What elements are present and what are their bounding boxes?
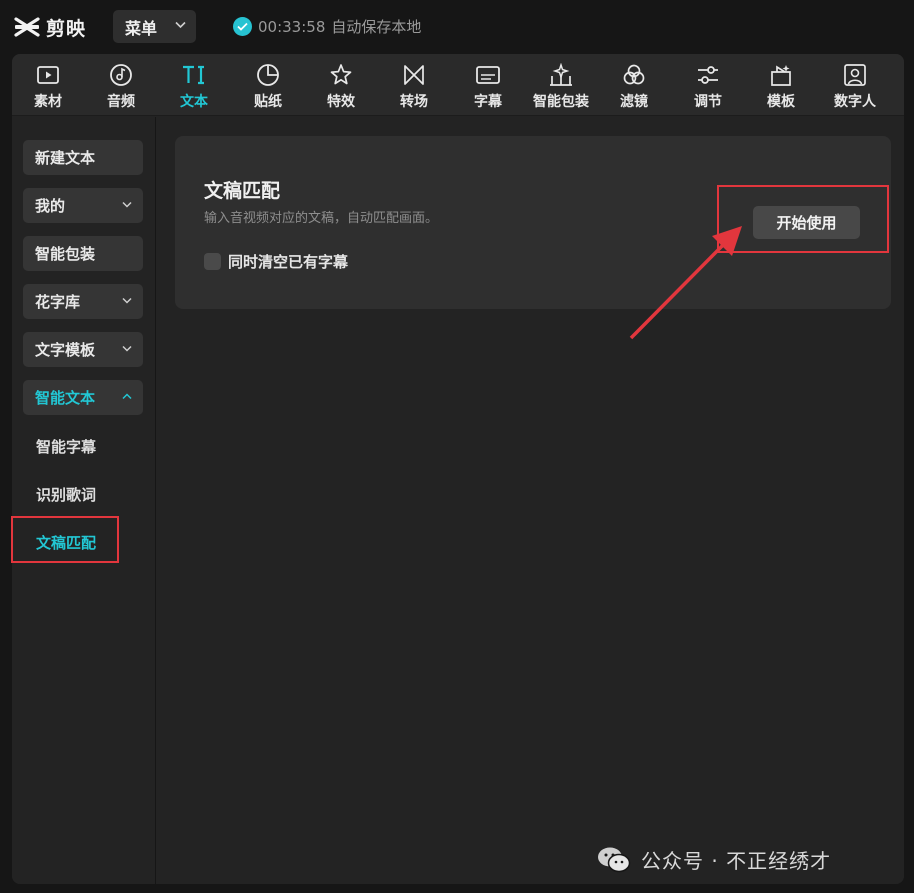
tool-media[interactable]: 素材 [13, 62, 83, 112]
tool-label: 音频 [107, 94, 135, 110]
app-logo: 剪映 [14, 13, 86, 41]
tool-label: 模板 [767, 94, 795, 110]
tool-label: 转场 [400, 94, 428, 110]
tool-label: 特效 [327, 94, 355, 110]
check-circle-icon [233, 17, 252, 36]
audio-icon [110, 64, 132, 86]
card-description: 输入音视频对应的文稿，自动匹配画面。 [204, 211, 439, 226]
checkbox-label: 同时清空已有字幕 [228, 253, 349, 271]
save-text: 自动保存本地 [331, 18, 422, 36]
wechat-icon [598, 847, 631, 872]
menu-label: 菜单 [125, 18, 158, 38]
sidebar-item-text-template[interactable]: 文字模板 [23, 332, 143, 367]
tool-adjust[interactable]: 调节 [673, 62, 743, 112]
tool-sticker[interactable]: 贴纸 [233, 62, 303, 112]
capcut-logo-icon [14, 17, 40, 37]
tool-template[interactable]: 模板 [746, 62, 816, 112]
clear-subtitles-checkbox[interactable] [204, 253, 221, 270]
text-sidebar: 新建文本 我的 智能包装 花字库 文字模板 智能文本 智能字幕 识别歌词 文稿匹… [12, 117, 156, 884]
tool-filter[interactable]: 滤镜 [599, 62, 669, 112]
bottom-bar [0, 884, 914, 893]
start-button[interactable]: 开始使用 [753, 206, 860, 239]
subtitle-icon [476, 66, 500, 84]
tool-effects[interactable]: 特效 [306, 62, 376, 112]
sidebar-item-label: 花字库 [35, 293, 81, 311]
effects-icon [330, 64, 352, 85]
sidebar-item-smart-pack[interactable]: 智能包装 [23, 236, 143, 271]
tool-avatar[interactable]: 数字人 [820, 62, 890, 112]
filter-icon [623, 64, 645, 85]
chevron-down-icon [175, 21, 186, 29]
script-match-card: 文稿匹配 输入音视频对应的文稿，自动匹配画面。 同时清空已有字幕 开始使用 [175, 136, 891, 309]
watermark: 公众号 · 不正经绣才 [597, 845, 831, 874]
adjust-icon [698, 66, 718, 84]
chevron-up-icon [122, 393, 132, 400]
sidebar-item-new-text[interactable]: 新建文本 [23, 140, 143, 175]
tool-label: 滤镜 [620, 94, 648, 110]
sidebar-subitem-script-match[interactable]: 文稿匹配 [36, 532, 96, 553]
sidebar-item-label: 智能文本 [35, 389, 96, 407]
text-icon [183, 65, 204, 85]
sidebar-item-label: 我的 [35, 197, 66, 215]
media-icon [37, 66, 59, 84]
transition-icon [404, 65, 424, 85]
sidebar-item-mine[interactable]: 我的 [23, 188, 143, 223]
tool-audio[interactable]: 音频 [86, 62, 156, 112]
sidebar-subitem-smart-subtitle[interactable]: 智能字幕 [36, 436, 96, 457]
menu-button[interactable]: 菜单 [113, 10, 196, 43]
tool-label: 字幕 [474, 94, 502, 110]
app-name: 剪映 [46, 17, 87, 40]
app-window: 剪映 菜单 00:33:58 自动保存本地 素材 音频 文本 贴纸 特效 转场 … [0, 0, 914, 893]
chevron-down-icon [122, 345, 132, 352]
save-time: 00:33:58 [258, 17, 326, 36]
sidebar-item-font-library[interactable]: 花字库 [23, 284, 143, 319]
tool-label: 数字人 [834, 94, 876, 110]
template-icon [771, 65, 791, 86]
editor-panel: 素材 音频 文本 贴纸 特效 转场 字幕 智能包装 滤镜 调节 模板 数字人 新… [12, 54, 904, 884]
tool-label: 素材 [34, 94, 62, 110]
tool-transition[interactable]: 转场 [379, 62, 449, 112]
sidebar-item-label: 智能包装 [35, 245, 96, 263]
watermark-text: 公众号 · 不正经绣才 [641, 849, 832, 873]
save-status: 00:33:58 自动保存本地 [233, 16, 421, 37]
chevron-down-icon [122, 201, 132, 208]
tool-label: 调节 [694, 94, 722, 110]
sidebar-item-smart-text[interactable]: 智能文本 [23, 380, 143, 415]
tool-text[interactable]: 文本 [159, 62, 229, 112]
clear-subtitles-checkbox-row[interactable]: 同时清空已有字幕 [204, 251, 348, 272]
chevron-down-icon [122, 297, 132, 304]
tool-subtitle[interactable]: 字幕 [453, 62, 523, 112]
tool-label: 文本 [180, 94, 208, 110]
smart-pack-icon [550, 63, 572, 86]
sidebar-item-label: 文字模板 [35, 341, 96, 359]
tool-label: 智能包装 [533, 94, 589, 110]
card-title: 文稿匹配 [204, 180, 281, 202]
title-bar: 剪映 菜单 00:33:58 自动保存本地 [0, 0, 914, 54]
main-toolbar: 素材 音频 文本 贴纸 特效 转场 字幕 智能包装 滤镜 调节 模板 数字人 [12, 54, 904, 116]
content-area: 文稿匹配 输入音视频对应的文稿，自动匹配画面。 同时清空已有字幕 开始使用 [157, 117, 904, 884]
sidebar-subitem-lyrics[interactable]: 识别歌词 [36, 484, 96, 505]
sidebar-item-label: 新建文本 [35, 149, 96, 167]
tool-label: 贴纸 [254, 94, 282, 110]
sticker-icon [257, 64, 279, 86]
avatar-icon [844, 64, 866, 86]
tool-smart-pack[interactable]: 智能包装 [526, 62, 596, 112]
